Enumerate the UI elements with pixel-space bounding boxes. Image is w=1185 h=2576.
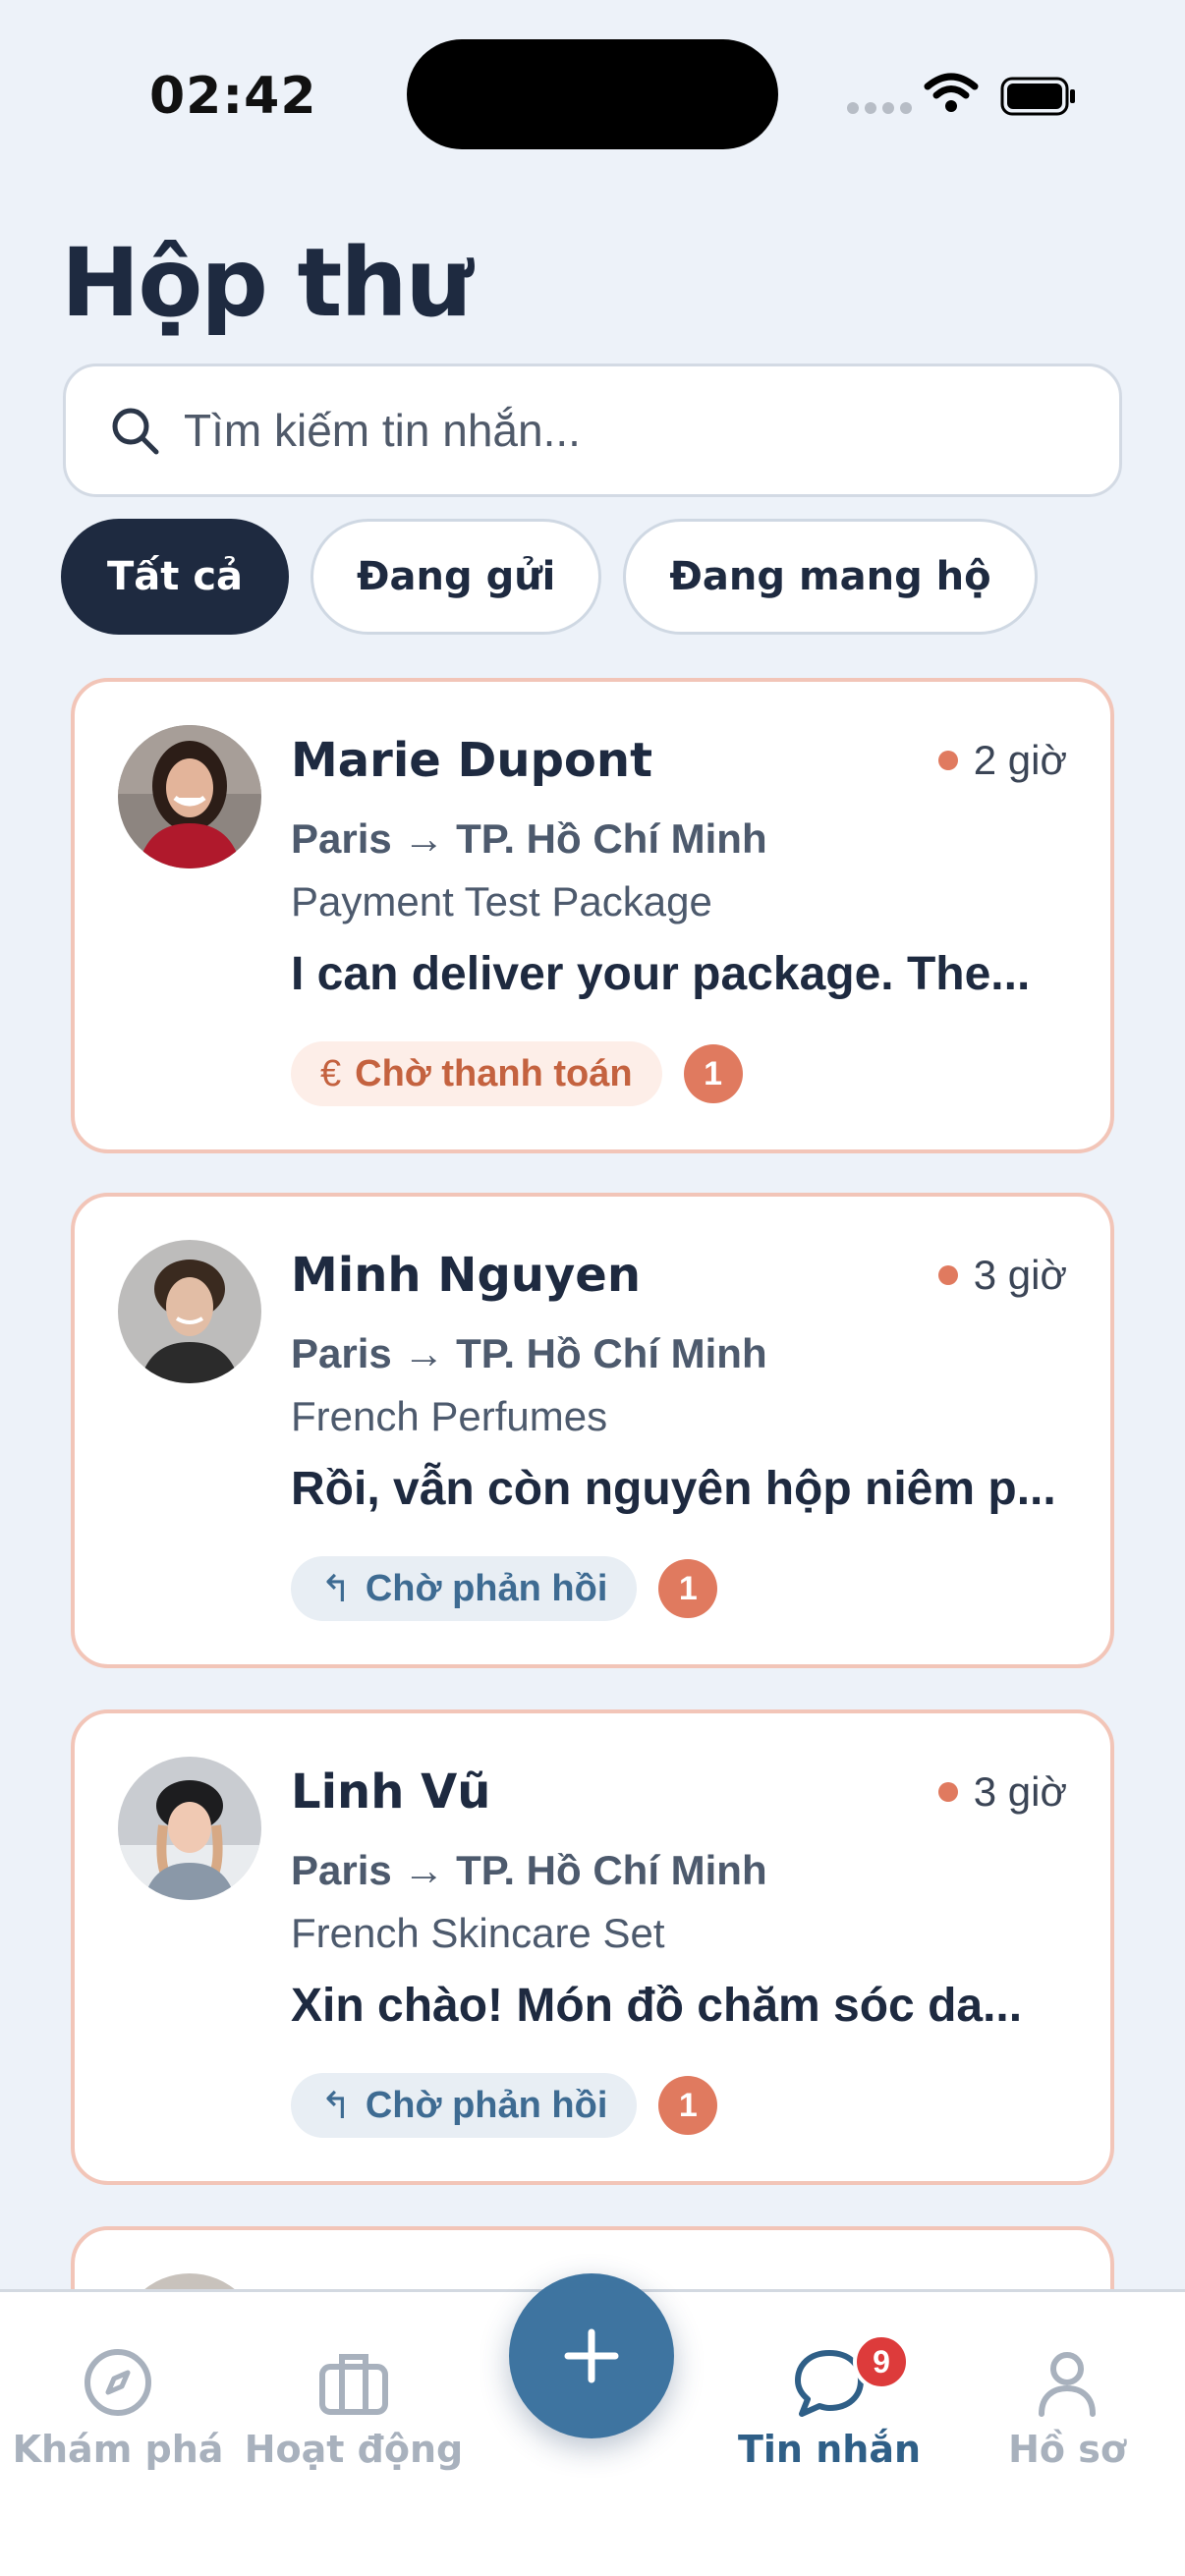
route: Paris → TP. Hồ Chí Minh <box>291 815 767 862</box>
nav-explore[interactable]: Khám phá <box>0 2345 236 2471</box>
cellular-signal-icon <box>847 102 912 114</box>
status-label: Chờ phản hồi <box>365 2084 608 2126</box>
conversation-card[interactable]: Minh Nguyen 3 giờ Paris → TP. Hồ Chí Min… <box>71 1193 1114 1668</box>
contact-name: Linh Vũ <box>291 1764 491 1820</box>
avatar <box>118 2273 261 2289</box>
time-label: 2 giờ <box>973 737 1067 783</box>
status-badge: ↰ Chờ phản hồi <box>291 2073 638 2138</box>
nav-activity[interactable]: Hoạt động <box>236 2345 472 2471</box>
timestamp: 3 giờ <box>937 1768 1067 1816</box>
conversation-card[interactable]: Marie Dupont 2 giờ Paris → TP. Hồ Chí Mi… <box>71 678 1114 1153</box>
status-time: 02:42 <box>149 67 317 126</box>
card-badges: ↰ Chờ phản hồi 1 <box>291 1556 718 1621</box>
message-preview: Xin chào! Món đồ chăm sóc da... <box>291 1980 1023 2032</box>
card-badges: ↰ Chờ phản hồi 1 <box>291 2073 718 2138</box>
package-name: French Skincare Set <box>291 1910 665 1956</box>
contact-name: Minh Nguyen <box>291 1248 641 1303</box>
time-label: 3 giờ <box>973 1252 1067 1298</box>
unread-dot <box>937 1782 958 1802</box>
route: Paris → TP. Hồ Chí Minh <box>291 1330 767 1376</box>
page-title: Hộp thư <box>61 228 473 338</box>
search-input[interactable] <box>184 404 1068 457</box>
avatar <box>118 725 261 868</box>
filter-tabs: Tất cả Đang gửi Đang mang hộ <box>61 519 1038 635</box>
reply-icon: ↰ <box>320 2085 352 2127</box>
time-label: 3 giờ <box>973 1768 1067 1815</box>
unread-count-badge: 1 <box>683 1044 743 1103</box>
search-bar[interactable] <box>63 364 1122 497</box>
reply-icon: ↰ <box>320 1568 352 1610</box>
battery-icon <box>1000 77 1075 116</box>
contact-name: Marie Dupont <box>291 733 653 788</box>
route: Paris → TP. Hồ Chí Minh <box>291 1847 767 1893</box>
conversation-card[interactable]: Linh Vũ 3 giờ Paris → TP. Hồ Chí Minh Fr… <box>71 1709 1114 2185</box>
filter-all-tab[interactable]: Tất cả <box>61 519 290 635</box>
search-icon <box>112 408 159 455</box>
nav-label: Tin nhắn <box>737 2428 922 2471</box>
compass-icon <box>85 2349 151 2416</box>
message-preview: Rồi, vẫn còn nguyên hộp niêm p... <box>291 1463 1056 1515</box>
timestamp: 2 giờ <box>937 737 1067 784</box>
status-label: Chờ thanh toán <box>355 1052 633 1094</box>
unread-dot <box>937 1265 958 1285</box>
unread-dot <box>937 751 958 770</box>
nav-profile[interactable]: Hồ sơ <box>949 2345 1185 2471</box>
nav-messages[interactable]: 9 Tin nhắn <box>711 2333 947 2471</box>
filter-carrying-tab[interactable]: Đang mang hộ <box>623 519 1038 635</box>
nav-label: Hồ sơ <box>1008 2428 1126 2471</box>
avatar <box>118 1240 261 1383</box>
status-label: Chờ phản hồi <box>365 1567 608 1609</box>
conversation-list: Marie Dupont 2 giờ Paris → TP. Hồ Chí Mi… <box>71 678 1114 2289</box>
package-name: French Perfumes <box>291 1393 608 1439</box>
wifi-icon <box>924 73 979 112</box>
unread-count-badge: 1 <box>658 2076 718 2135</box>
avatar <box>118 1757 261 1900</box>
user-icon <box>1039 2352 1096 2417</box>
package-name: Payment Test Package <box>291 878 712 924</box>
unread-count-badge: 1 <box>658 1559 718 1618</box>
status-badge: ↰ Chờ phản hồi <box>291 1556 638 1621</box>
timestamp: 3 giờ <box>937 1252 1067 1299</box>
message-preview: I can deliver your package. The... <box>291 948 1031 1000</box>
create-button[interactable] <box>509 2273 674 2438</box>
filter-sending-tab[interactable]: Đang gửi <box>310 519 602 635</box>
messages-count-badge: 9 <box>853 2333 910 2390</box>
briefcase-icon <box>319 2354 388 2415</box>
nav-label: Khám phá <box>12 2428 224 2471</box>
nav-label: Hoạt động <box>244 2428 464 2471</box>
euro-icon: € <box>320 1052 342 1094</box>
status-badge: € Chờ thanh toán <box>291 1041 662 1106</box>
dynamic-island <box>407 39 778 149</box>
card-badges: € Chờ thanh toán 1 <box>291 1041 743 1106</box>
plus-icon <box>564 2328 619 2383</box>
